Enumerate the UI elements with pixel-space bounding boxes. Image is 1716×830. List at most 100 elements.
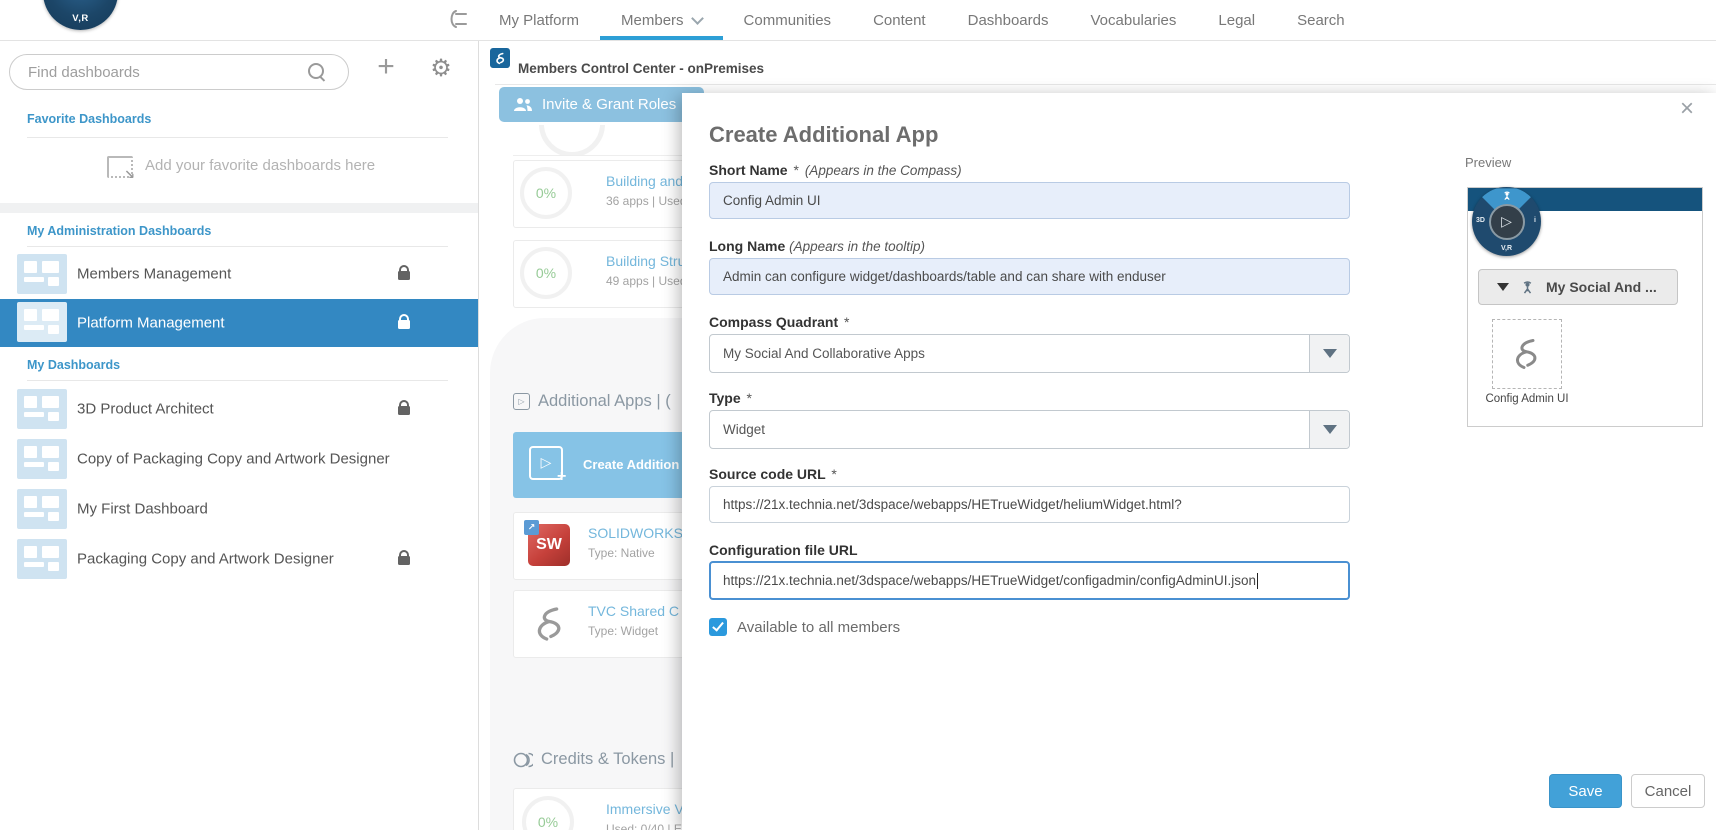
sidebar-item-label: Copy of Packaging Copy and Artwork Desig… (77, 451, 390, 468)
gear-icon[interactable]: ⚙ (424, 52, 458, 86)
short-name-field[interactable] (709, 182, 1350, 219)
triangle-down-icon (1323, 349, 1337, 358)
dashboard-icon (17, 389, 67, 429)
app-type: Type: Widget (588, 624, 658, 638)
divider (27, 380, 448, 381)
top-bar: V,R My Platform Members Communities Cont… (0, 0, 1716, 41)
preview-panel: 3D i V,R ▷ My Social And ... Config Admi… (1467, 187, 1703, 427)
progress-ring: 0% (520, 247, 572, 299)
label-text: Source code URL (709, 466, 825, 482)
label-text: Short Name (709, 162, 788, 178)
cancel-button[interactable]: Cancel (1631, 774, 1705, 808)
sidebar-item-my-first-dashboard[interactable]: My First Dashboard (0, 486, 478, 532)
available-checkbox[interactable] (709, 618, 727, 636)
app-type: Type: Native (588, 546, 655, 560)
nav-item-my-platform[interactable]: My Platform (478, 0, 600, 40)
nav-item-vocabularies[interactable]: Vocabularies (1070, 0, 1198, 40)
preview-quadrant-dropdown: My Social And ... (1478, 269, 1678, 305)
required-mark: * (793, 162, 798, 178)
dashboards-sidebar: + ⚙ Favorite Dashboards ↘ Add your favor… (0, 40, 479, 830)
compass-quadrant-select[interactable]: My Social And Collaborative Apps (709, 334, 1350, 373)
label-text: Type (709, 390, 741, 406)
sidebar-item-copy-packaging[interactable]: Copy of Packaging Copy and Artwork Desig… (0, 436, 478, 482)
app-title-link[interactable]: TVC Shared C (588, 603, 679, 619)
search-input[interactable] (26, 58, 304, 86)
source-url-field[interactable] (709, 486, 1350, 523)
select-arrow-button[interactable] (1309, 411, 1349, 448)
nav-item-communities[interactable]: Communities (723, 0, 853, 40)
dashboard-icon (17, 539, 67, 579)
nav-item-legal[interactable]: Legal (1197, 0, 1276, 40)
short-name-label: Short Name * (Appears in the Compass) (709, 162, 962, 178)
credits-header-label: Credits & Tokens | (541, 750, 674, 769)
close-icon[interactable]: × (1680, 97, 1694, 121)
invite-grant-roles-button[interactable]: Invite & Grant Roles (499, 87, 704, 122)
section-separator (0, 203, 478, 213)
select-arrow-button[interactable] (1309, 335, 1349, 372)
dashboard-icon (17, 439, 67, 479)
top-nav: My Platform Members Communities Content … (478, 0, 1366, 40)
sidebar-item-3d-product-architect[interactable]: 3D Product Architect (0, 386, 478, 432)
favorites-empty-text: Add your favorite dashboards here (145, 157, 375, 174)
long-name-field[interactable] (709, 258, 1350, 295)
coins-icon (513, 751, 533, 769)
nav-item-content[interactable]: Content (852, 0, 947, 40)
select-value: My Social And Collaborative Apps (710, 346, 1309, 361)
config-url-label: Configuration file URL (709, 542, 858, 558)
text-cursor (1257, 573, 1258, 589)
nav-label: Dashboards (968, 12, 1049, 29)
label-hint: (Appears in the tooltip) (789, 239, 925, 254)
preview-quadrant-label: My Social And ... (1546, 279, 1657, 295)
lock-icon (398, 271, 410, 280)
lock-icon (398, 406, 410, 415)
available-to-all-members-row: Available to all members (709, 618, 900, 636)
sidebar-item-members-management[interactable]: Members Management (0, 251, 478, 297)
progress-percent: 0% (536, 185, 556, 201)
sidebar-item-label: Platform Management (77, 315, 225, 332)
invite-button-label: Invite & Grant Roles (542, 96, 676, 113)
type-select[interactable]: Widget (709, 410, 1350, 449)
plus-icon: + (557, 468, 566, 486)
sidebar-item-platform-management[interactable]: Platform Management (0, 299, 478, 347)
progress-ring (539, 125, 605, 156)
config-url-field[interactable]: https://21x.technia.net/3dspace/webapps/… (709, 561, 1350, 600)
nav-label: Search (1297, 12, 1345, 29)
sidebar-item-label: Packaging Copy and Artwork Designer (77, 551, 334, 568)
app-title-link[interactable]: SOLIDWORKS (588, 525, 683, 541)
page-title: Members Control Center - onPremises (518, 61, 764, 76)
progress-percent: 0% (538, 814, 558, 830)
antenna-icon (1501, 190, 1512, 201)
label-text: Configuration file URL (709, 542, 858, 558)
nav-label: My Platform (499, 12, 579, 29)
modal-title: Create Additional App (709, 122, 938, 148)
sidebar-item-packaging-designer[interactable]: Packaging Copy and Artwork Designer (0, 536, 478, 582)
compass-3d-label: 3D (1476, 217, 1485, 224)
sw-icon-text: SW (536, 536, 562, 554)
antenna-icon (1520, 280, 1535, 295)
source-url-label: Source code URL * (709, 466, 839, 482)
dashboard-icon (17, 489, 67, 529)
compass-icon: 3D i V,R ▷ (1472, 187, 1541, 256)
create-app-label: Create Addition (583, 457, 679, 472)
nav-item-dashboards[interactable]: Dashboards (947, 0, 1070, 40)
search-icon[interactable] (308, 63, 324, 79)
nav-label: Members (621, 12, 684, 29)
lock-icon (398, 556, 410, 565)
ds-logo (1509, 336, 1545, 372)
nav-item-search[interactable]: Search (1276, 0, 1366, 40)
additional-apps-header-label: Additional Apps | ( (538, 392, 671, 411)
sidebar-item-label: My First Dashboard (77, 501, 208, 518)
long-name-label: Long Name (Appears in the tooltip) (709, 238, 925, 254)
save-button[interactable]: Save (1549, 774, 1622, 808)
admin-section-title: My Administration Dashboards (27, 224, 211, 238)
collapse-sidebar-icon[interactable] (447, 9, 469, 29)
additional-apps-header: ▷ Additional Apps | ( (513, 392, 671, 411)
nav-label: Legal (1218, 12, 1255, 29)
compass-logo[interactable]: V,R (43, 0, 118, 30)
ds-logo (530, 604, 570, 649)
nav-item-members[interactable]: Members (600, 0, 723, 40)
3ds-app-icon (490, 48, 510, 68)
compass-center-play-icon: ▷ (1489, 204, 1525, 240)
add-dashboard-button[interactable]: + (368, 50, 404, 86)
divider (495, 84, 1716, 85)
